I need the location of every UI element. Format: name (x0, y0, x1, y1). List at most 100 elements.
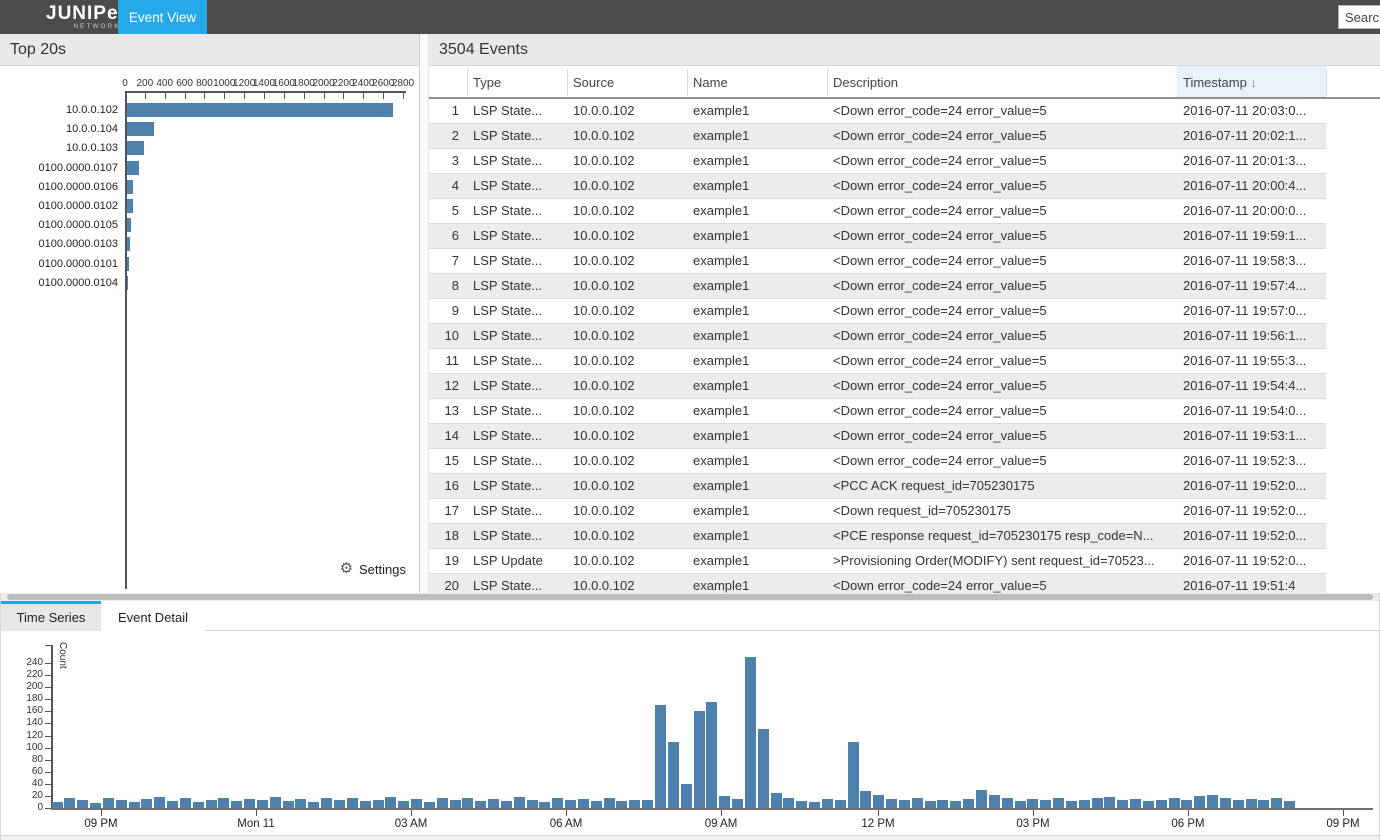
top20-bar[interactable] (127, 103, 393, 117)
column-header-type[interactable]: Type (473, 66, 563, 99)
y-axis-top-tick (45, 645, 51, 646)
x-tick-mark (125, 93, 126, 99)
settings-button[interactable]: ⚙ Settings (340, 559, 406, 579)
cell-timestamp: 2016-07-11 19:53:1... (1183, 424, 1325, 449)
table-row[interactable]: 14LSP State...10.0.0.102example1<Down er… (429, 424, 1326, 449)
table-row[interactable]: 3LSP State...10.0.0.102example1<Down err… (429, 149, 1326, 174)
column-separator (687, 69, 688, 96)
timeseries-bar (886, 799, 897, 808)
category-label: 0100.0000.0101 (0, 257, 118, 271)
timeseries-x-axis (51, 808, 1373, 810)
cell-timestamp: 2016-07-11 19:59:1... (1183, 224, 1325, 249)
bottom-panel: Time Series Event Detail Count 020406080… (0, 593, 1380, 840)
x-tick-label: 06 PM (1156, 818, 1220, 830)
timeseries-bar (1207, 795, 1218, 808)
cell-timestamp: 2016-07-11 19:55:3... (1183, 349, 1325, 374)
cell-description: <Down error_code=24 error_value=5 (833, 174, 1173, 199)
table-row[interactable]: 13LSP State...10.0.0.102example1<Down er… (429, 399, 1326, 424)
column-header-source[interactable]: Source (573, 66, 683, 99)
timeseries-bar (1079, 800, 1090, 808)
table-row[interactable]: 2LSP State...10.0.0.102example1<Down err… (429, 124, 1326, 149)
x-tick-label: 09 AM (689, 818, 753, 830)
cell-num: 18 (429, 524, 459, 549)
column-header-timestamp-label: Timestamp (1183, 75, 1247, 90)
table-row[interactable]: 1LSP State...10.0.0.102example1<Down err… (429, 99, 1326, 124)
category-label: 0100.0000.0105 (0, 218, 118, 232)
table-row[interactable]: 5LSP State...10.0.0.102example1<Down err… (429, 199, 1326, 224)
events-panel-title: 3504 Events (429, 34, 1380, 66)
timeseries-bar (1271, 798, 1282, 808)
table-row[interactable]: 19LSP Update10.0.0.102example1>Provision… (429, 549, 1326, 574)
timeseries-y-axis (51, 645, 53, 810)
timeseries-bar (860, 791, 871, 808)
timeseries-bar (193, 802, 204, 808)
timeseries-bar (167, 801, 178, 808)
cell-type: LSP State... (473, 99, 563, 124)
top20-bar[interactable] (127, 218, 131, 232)
timeseries-bar (501, 801, 512, 808)
cell-num: 9 (429, 299, 459, 324)
y-axis-title: Count (57, 642, 68, 669)
cell-num: 2 (429, 124, 459, 149)
cell-type: LSP State... (473, 274, 563, 299)
timeseries-bar (180, 798, 191, 808)
cell-num: 17 (429, 499, 459, 524)
table-row[interactable]: 6LSP State...10.0.0.102example1<Down err… (429, 224, 1326, 249)
cell-name: example1 (693, 449, 823, 474)
panel-splitter[interactable] (419, 34, 429, 593)
cell-description: <Down error_code=24 error_value=5 (833, 299, 1173, 324)
cell-description: <Down error_code=24 error_value=5 (833, 374, 1173, 399)
juniper-logo-text: JUNIPer (46, 4, 127, 23)
tab-event-view[interactable]: Event View (118, 0, 207, 34)
cell-description: <Down error_code=24 error_value=5 (833, 274, 1173, 299)
table-row[interactable]: 9LSP State...10.0.0.102example1<Down err… (429, 299, 1326, 324)
x-tick-mark (411, 810, 412, 816)
table-row[interactable]: 4LSP State...10.0.0.102example1<Down err… (429, 174, 1326, 199)
top20-bar[interactable] (127, 237, 130, 251)
table-row[interactable]: 18LSP State...10.0.0.102example1<PCE res… (429, 524, 1326, 549)
search-input[interactable] (1338, 5, 1380, 29)
y-tick-mark (45, 808, 51, 809)
x-tick-mark (185, 93, 186, 99)
cell-name: example1 (693, 399, 823, 424)
table-row[interactable]: 7LSP State...10.0.0.102example1<Down err… (429, 249, 1326, 274)
cell-type: LSP Update (473, 549, 563, 574)
table-row[interactable]: 16LSP State...10.0.0.102example1<PCC ACK… (429, 474, 1326, 499)
events-panel: 3504 Events Type Source Name Description… (429, 34, 1380, 593)
timeseries-bar (154, 797, 165, 808)
top20-bar[interactable] (127, 276, 128, 290)
cell-type: LSP State... (473, 199, 563, 224)
column-header-description[interactable]: Description (833, 66, 1173, 99)
timeseries-chart: Count 0204060801001201401601802002202400… (1, 593, 1380, 840)
table-row[interactable]: 8LSP State...10.0.0.102example1<Down err… (429, 274, 1326, 299)
y-tick-mark (45, 748, 51, 749)
y-tick-mark (45, 784, 51, 785)
y-tick-mark (45, 699, 51, 700)
cell-timestamp: 2016-07-11 20:00:4... (1183, 174, 1325, 199)
top20-bar[interactable] (127, 161, 139, 175)
column-header-name[interactable]: Name (693, 66, 823, 99)
table-row[interactable]: 11LSP State...10.0.0.102example1<Down er… (429, 349, 1326, 374)
cell-source: 10.0.0.102 (573, 549, 683, 574)
top20-bar[interactable] (127, 257, 129, 271)
table-row[interactable]: 17LSP State...10.0.0.102example1<Down re… (429, 499, 1326, 524)
table-row[interactable]: 15LSP State...10.0.0.102example1<Down er… (429, 449, 1326, 474)
timeseries-bar (604, 798, 615, 808)
top20-bar[interactable] (127, 122, 154, 136)
top20-bar[interactable] (127, 141, 144, 155)
timeseries-bar (373, 800, 384, 808)
timeseries-bar (1130, 799, 1141, 808)
table-row[interactable]: 20LSP State...10.0.0.102example1<Down er… (429, 574, 1326, 593)
table-row[interactable]: 12LSP State...10.0.0.102example1<Down er… (429, 374, 1326, 399)
column-header-timestamp[interactable]: Timestamp↓ (1177, 66, 1326, 99)
timeseries-bar (719, 796, 730, 808)
top20-bar[interactable] (127, 180, 133, 194)
events-table-header: Type Source Name Description Timestamp↓ (429, 66, 1380, 99)
y-tick-label: 20 (11, 790, 43, 802)
table-row[interactable]: 10LSP State...10.0.0.102example1<Down er… (429, 324, 1326, 349)
timeseries-bar (1169, 798, 1180, 808)
column-header-num[interactable] (429, 66, 467, 99)
top20-bar[interactable] (127, 199, 133, 213)
cell-description: <Down error_code=24 error_value=5 (833, 99, 1173, 124)
x-tick-mark (363, 93, 364, 99)
